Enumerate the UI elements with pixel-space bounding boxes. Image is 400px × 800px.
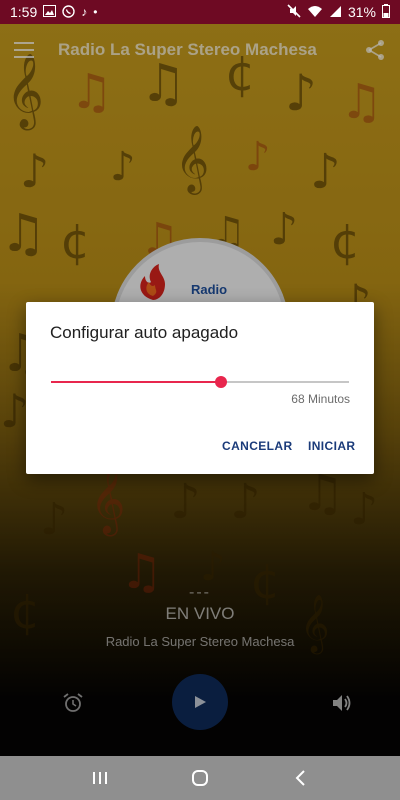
start-button[interactable]: INICIAR: [308, 439, 355, 453]
music-note-icon: ♪: [81, 5, 88, 19]
system-nav-bar: [0, 756, 400, 800]
slider-thumb[interactable]: [214, 376, 227, 388]
status-bar: 1:59 ♪ • 31%: [0, 0, 400, 24]
dialog-title: Configurar auto apagado: [50, 323, 239, 342]
status-right: 31%: [287, 4, 390, 20]
minutes-label: 68 Minutos: [291, 392, 350, 406]
recent-apps-icon[interactable]: [86, 766, 114, 790]
status-time: 1:59: [10, 4, 38, 20]
slider-fill: [51, 381, 221, 383]
cancel-button[interactable]: CANCELAR: [222, 439, 293, 453]
battery-icon: [382, 4, 390, 20]
sleep-timer-dialog: Configurar auto apagado 68 Minutos CANCE…: [26, 302, 374, 474]
dot-icon: •: [93, 5, 98, 19]
signal-icon: [329, 5, 342, 20]
status-left: 1:59 ♪ •: [10, 4, 97, 20]
sleep-timer-slider[interactable]: [51, 374, 349, 390]
back-icon[interactable]: [286, 766, 314, 790]
image-icon: [43, 5, 57, 19]
whatsapp-icon: [62, 4, 75, 20]
mute-icon: [287, 4, 301, 20]
wifi-icon: [307, 5, 323, 20]
battery-level: 31%: [347, 4, 376, 20]
home-icon[interactable]: [186, 766, 214, 790]
